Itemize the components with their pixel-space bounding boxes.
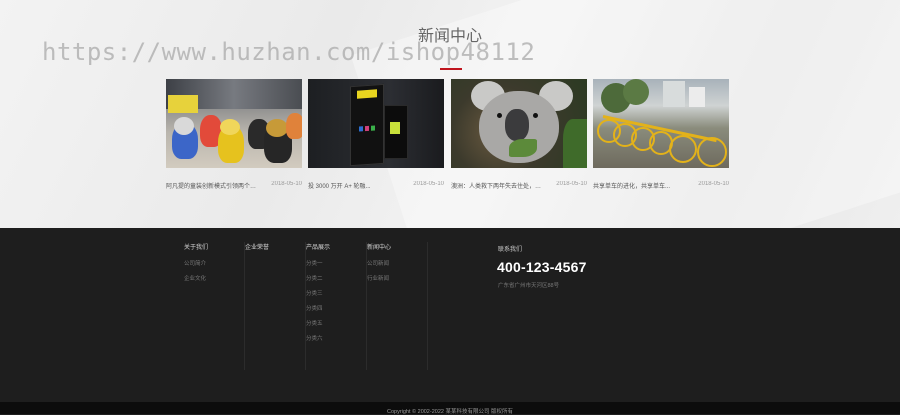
footer-link[interactable]: 分类一 — [306, 259, 366, 267]
footer-link[interactable]: 分类五 — [306, 319, 366, 327]
news-date: 2018-05-10 — [556, 181, 587, 187]
footer-link[interactable]: 分类四 — [306, 304, 366, 312]
footer-link[interactable]: 公司新闻 — [367, 259, 427, 267]
news-thumbnail[interactable] — [593, 79, 729, 168]
news-meta: 阿凡提的童装创新模式引领两个领域下... 2018-05-10 — [166, 181, 302, 191]
contact-label: 联系我们 — [498, 247, 523, 253]
news-thumbnail[interactable] — [308, 79, 444, 168]
news-card-4[interactable]: 共享单车的进化，共享单车... 2018-05-10 — [593, 79, 729, 190]
footer-column-about: 关于我们 公司简介 企业文化 — [184, 242, 245, 370]
footer-column-heading[interactable]: 新闻中心 — [367, 242, 427, 251]
footer: 关于我们 公司简介 企业文化 企业荣誉 产品展示 分类一 分类二 分类三 分类四… — [0, 228, 900, 402]
news-date: 2018-05-10 — [271, 181, 302, 187]
news-headline[interactable]: 阿凡提的童装创新模式引领两个领域下... — [166, 181, 260, 190]
footer-column-heading[interactable]: 关于我们 — [184, 242, 244, 251]
news-card-2[interactable]: 投 3000 万开 A+ 轮融... 2018-05-10 — [308, 79, 444, 190]
contact-address: 广东省广州市天河区88号 — [498, 283, 560, 289]
contact-phone: 400-123-4567 — [497, 259, 587, 275]
footer-column-heading[interactable]: 产品展示 — [306, 242, 366, 251]
footer-column-heading[interactable]: 企业荣誉 — [245, 242, 305, 251]
news-meta: 投 3000 万开 A+ 轮融... 2018-05-10 — [308, 181, 444, 191]
footer-column-news: 新闻中心 公司新闻 行业新闻 — [367, 242, 428, 370]
footer-link[interactable]: 公司简介 — [184, 259, 244, 267]
news-headline[interactable]: 共享单车的进化，共享单车... — [593, 181, 687, 190]
news-date: 2018-05-10 — [698, 181, 729, 187]
news-meta: 共享单车的进化，共享单车... 2018-05-10 — [593, 181, 729, 191]
news-thumbnail[interactable] — [451, 79, 587, 168]
news-card-3[interactable]: 澳洲：人类救下两年失去住处，考拉... 2018-05-10 — [451, 79, 587, 190]
footer-link[interactable]: 行业新闻 — [367, 274, 427, 282]
footer-link[interactable]: 分类二 — [306, 274, 366, 282]
news-headline[interactable]: 澳洲：人类救下两年失去住处，考拉... — [451, 181, 545, 190]
footer-link[interactable]: 分类三 — [306, 289, 366, 297]
footer-link[interactable]: 分类六 — [306, 334, 366, 342]
footer-column-honors: 企业荣誉 — [245, 242, 306, 370]
news-meta: 澳洲：人类救下两年失去住处，考拉... 2018-05-10 — [451, 181, 587, 191]
news-card-1[interactable]: 阿凡提的童装创新模式引领两个领域下... 2018-05-10 — [166, 79, 302, 190]
device — [384, 105, 408, 159]
footer-column-products: 产品展示 分类一 分类二 分类三 分类四 分类五 分类六 — [306, 242, 367, 370]
news-section: 新闻中心 阿凡提的童装创新模式引领两个领域下... 2018-05-10 — [0, 0, 900, 228]
news-headline[interactable]: 投 3000 万开 A+ 轮融... — [308, 181, 402, 190]
watermark: https://www.huzhan.com/ishop48112 — [42, 38, 536, 66]
device-box — [350, 83, 384, 167]
news-thumbnail[interactable] — [166, 79, 302, 168]
footer-link[interactable]: 企业文化 — [184, 274, 244, 282]
title-underline — [440, 68, 462, 70]
news-date: 2018-05-10 — [413, 181, 444, 187]
